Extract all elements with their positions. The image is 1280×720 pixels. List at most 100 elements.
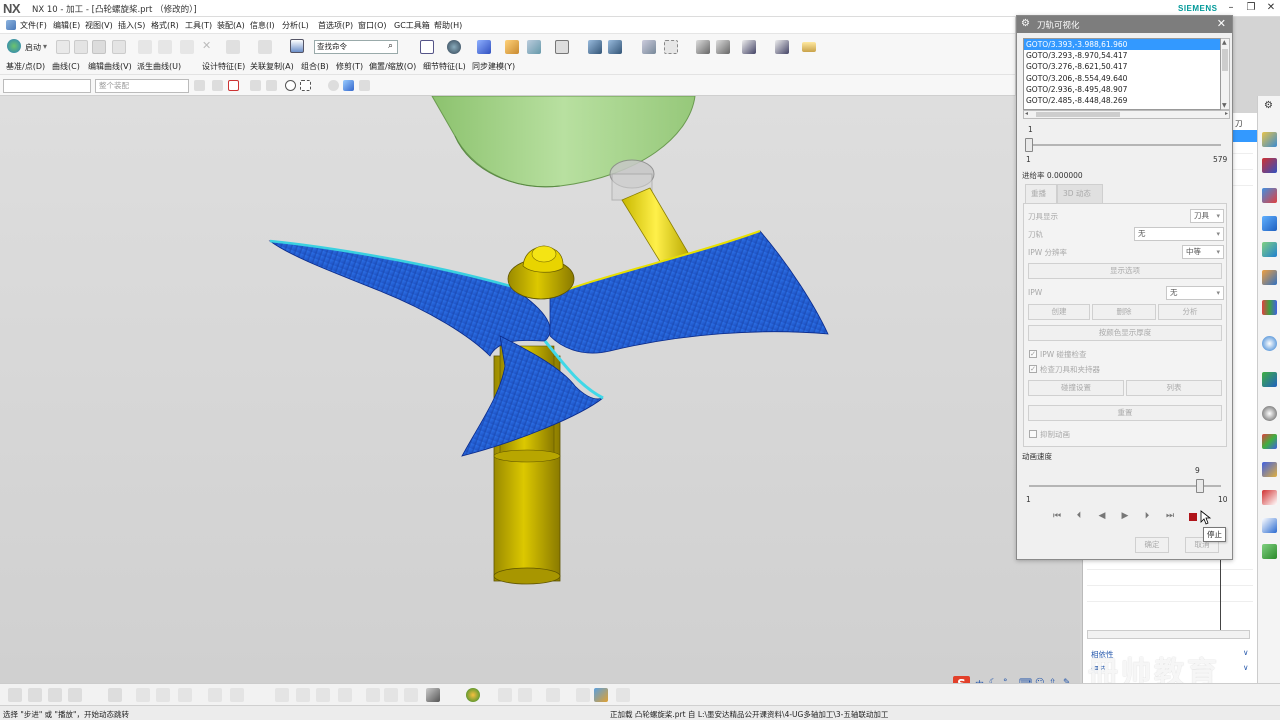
- menu-preferences[interactable]: 首选项(P): [318, 20, 353, 31]
- animation-speed-thumb[interactable]: [1195, 479, 1204, 493]
- display-2d-icon[interactable]: [384, 688, 398, 702]
- graphics-viewport[interactable]: z Y X: [0, 96, 1080, 683]
- navigator-tab-label[interactable]: 刀: [1235, 118, 1243, 129]
- fit-view-icon[interactable]: [420, 40, 434, 54]
- menu-combine[interactable]: 组合(B): [301, 61, 329, 72]
- navigator-hscroll[interactable]: [1087, 630, 1250, 639]
- menu-analysis[interactable]: 分析(L): [282, 20, 309, 31]
- open-file-icon[interactable]: [74, 40, 88, 54]
- deselect-icon[interactable]: [266, 80, 277, 91]
- select-box-icon[interactable]: [664, 40, 678, 54]
- menu-curve[interactable]: 曲线(C): [52, 61, 80, 72]
- fast-forward-to-end-icon[interactable]: ⏭: [1162, 509, 1178, 525]
- ipw-resolution-combo[interactable]: 中等: [1182, 245, 1224, 259]
- play-back-icon[interactable]: ◀: [1094, 509, 1110, 525]
- print-icon[interactable]: [112, 40, 126, 54]
- roles-icon[interactable]: [1262, 462, 1277, 477]
- copy-icon[interactable]: [158, 40, 172, 54]
- web-browser-icon[interactable]: [1262, 336, 1277, 351]
- search-icon[interactable]: ⌕: [388, 41, 393, 51]
- reuse-library-icon[interactable]: [1262, 270, 1277, 285]
- solid-filter-icon[interactable]: [343, 80, 354, 91]
- face-filter-icon[interactable]: [359, 80, 370, 91]
- selection-scope-combo[interactable]: 整个装配: [95, 79, 189, 93]
- start-dropdown-icon[interactable]: ▾: [43, 42, 47, 51]
- step-back-icon[interactable]: ⏴: [1071, 509, 1087, 525]
- rendering-style-icon[interactable]: [447, 40, 461, 54]
- menu-datum-point[interactable]: 基准/点(D): [6, 61, 45, 72]
- goto-list[interactable]: GOTO/3.393,-3.988,61.960 GOTO/3.293,-8.9…: [1023, 38, 1221, 110]
- resource-settings-icon[interactable]: ⚙: [1264, 100, 1273, 111]
- menu-help[interactable]: 帮助(H): [434, 20, 462, 31]
- menu-detail-feature[interactable]: 细节特征(L): [423, 61, 466, 72]
- list-button[interactable]: 列表: [1126, 380, 1222, 396]
- menu-derived-curve[interactable]: 派生曲线(U): [137, 61, 181, 72]
- toolpath-combo[interactable]: 无: [1134, 227, 1224, 241]
- rewind-to-start-icon[interactable]: ⏮: [1049, 509, 1065, 525]
- gear-icon[interactable]: ⚙: [1021, 18, 1030, 29]
- operation-navigator-icon[interactable]: [1262, 216, 1277, 231]
- csys-icon[interactable]: [608, 40, 622, 54]
- ok-button[interactable]: 确定: [1135, 537, 1169, 553]
- shaded-cube-icon[interactable]: [477, 40, 491, 54]
- stop-icon[interactable]: [1189, 513, 1197, 521]
- menu-design-feature[interactable]: 设计特征(E): [202, 61, 245, 72]
- ipw-collision-checkbox[interactable]: ✓: [1029, 350, 1037, 358]
- gear-settings-icon[interactable]: [426, 688, 440, 702]
- snap-center-icon[interactable]: [285, 80, 296, 91]
- list-item[interactable]: GOTO/3.393,-3.988,61.960: [1024, 39, 1220, 51]
- chevron-down-icon[interactable]: ∨: [1243, 648, 1249, 657]
- select-arrow-icon[interactable]: [250, 80, 261, 91]
- reset-button[interactable]: 重置: [1028, 405, 1222, 421]
- clip-icon[interactable]: [594, 688, 608, 702]
- cut-icon[interactable]: [138, 40, 152, 54]
- list-item[interactable]: GOTO/3.293,-8.970,54.417: [1024, 50, 1220, 61]
- material-icon[interactable]: [505, 40, 519, 54]
- create-geometry-icon[interactable]: [48, 688, 62, 702]
- analyze-ipw-button[interactable]: 分析: [1158, 304, 1222, 320]
- shop-doc-icon[interactable]: [275, 688, 289, 702]
- select-all-icon[interactable]: [228, 80, 239, 91]
- verify-toolpath-icon[interactable]: [178, 688, 192, 702]
- list-item[interactable]: GOTO/3.206,-8.554,49.640: [1024, 73, 1220, 84]
- output-cls-icon[interactable]: [296, 688, 310, 702]
- manufacturing-wizard-icon[interactable]: [1262, 518, 1277, 533]
- color-by-thickness-button[interactable]: 按颜色显示厚度: [1028, 325, 1222, 341]
- generate-toolpath-icon[interactable]: [136, 688, 150, 702]
- tab-replay[interactable]: 重播: [1025, 184, 1057, 203]
- type-filter-combo[interactable]: [3, 79, 91, 93]
- collision-settings-button[interactable]: 碰撞设置: [1028, 380, 1124, 396]
- play-forward-icon[interactable]: ▶: [1117, 509, 1133, 525]
- menu-sync-modeling[interactable]: 同步建模(Y): [472, 61, 515, 72]
- machine-navigator-icon[interactable]: [1262, 242, 1277, 257]
- position-slider-thumb[interactable]: [1025, 138, 1033, 152]
- rectangle-select-icon[interactable]: [300, 80, 311, 91]
- list-vscrollbar[interactable]: ▲ ▼: [1221, 38, 1230, 110]
- new-file-icon[interactable]: [56, 40, 70, 54]
- part-navigator-icon[interactable]: [1262, 132, 1277, 147]
- measure-icon[interactable]: [696, 40, 710, 54]
- close-icon[interactable]: ✕: [1217, 17, 1226, 30]
- filter-reset-icon[interactable]: [194, 80, 205, 91]
- delete-icon[interactable]: ✕: [202, 39, 211, 52]
- menu-edit-curve[interactable]: 编辑曲线(V): [88, 61, 132, 72]
- menu-trim[interactable]: 修剪(T): [336, 61, 363, 72]
- replay-toolpath-icon[interactable]: [156, 688, 170, 702]
- menu-window[interactable]: 窗口(O): [358, 20, 387, 31]
- clock-icon[interactable]: [1262, 406, 1277, 421]
- position-slider-track[interactable]: [1029, 144, 1221, 146]
- constraint-navigator-icon[interactable]: [1262, 188, 1277, 203]
- assembly-navigator-icon[interactable]: [1262, 158, 1277, 173]
- sphere-view-icon[interactable]: [466, 688, 480, 702]
- suppress-animation-checkbox[interactable]: [1029, 430, 1037, 438]
- object-icon[interactable]: [546, 688, 560, 702]
- menu-app-icon[interactable]: [6, 20, 16, 30]
- tab-3d-dynamic[interactable]: 3D 动态: [1057, 184, 1103, 203]
- tool-display-combo[interactable]: 刀具: [1190, 209, 1224, 223]
- selection-icon[interactable]: [498, 688, 512, 702]
- menu-edit[interactable]: 编辑(E): [53, 20, 80, 31]
- menu-assembly[interactable]: 装配(A): [217, 20, 245, 31]
- display-ipw-icon[interactable]: [404, 688, 418, 702]
- menu-file[interactable]: 文件(F): [20, 20, 47, 31]
- menu-insert[interactable]: 插入(S): [118, 20, 145, 31]
